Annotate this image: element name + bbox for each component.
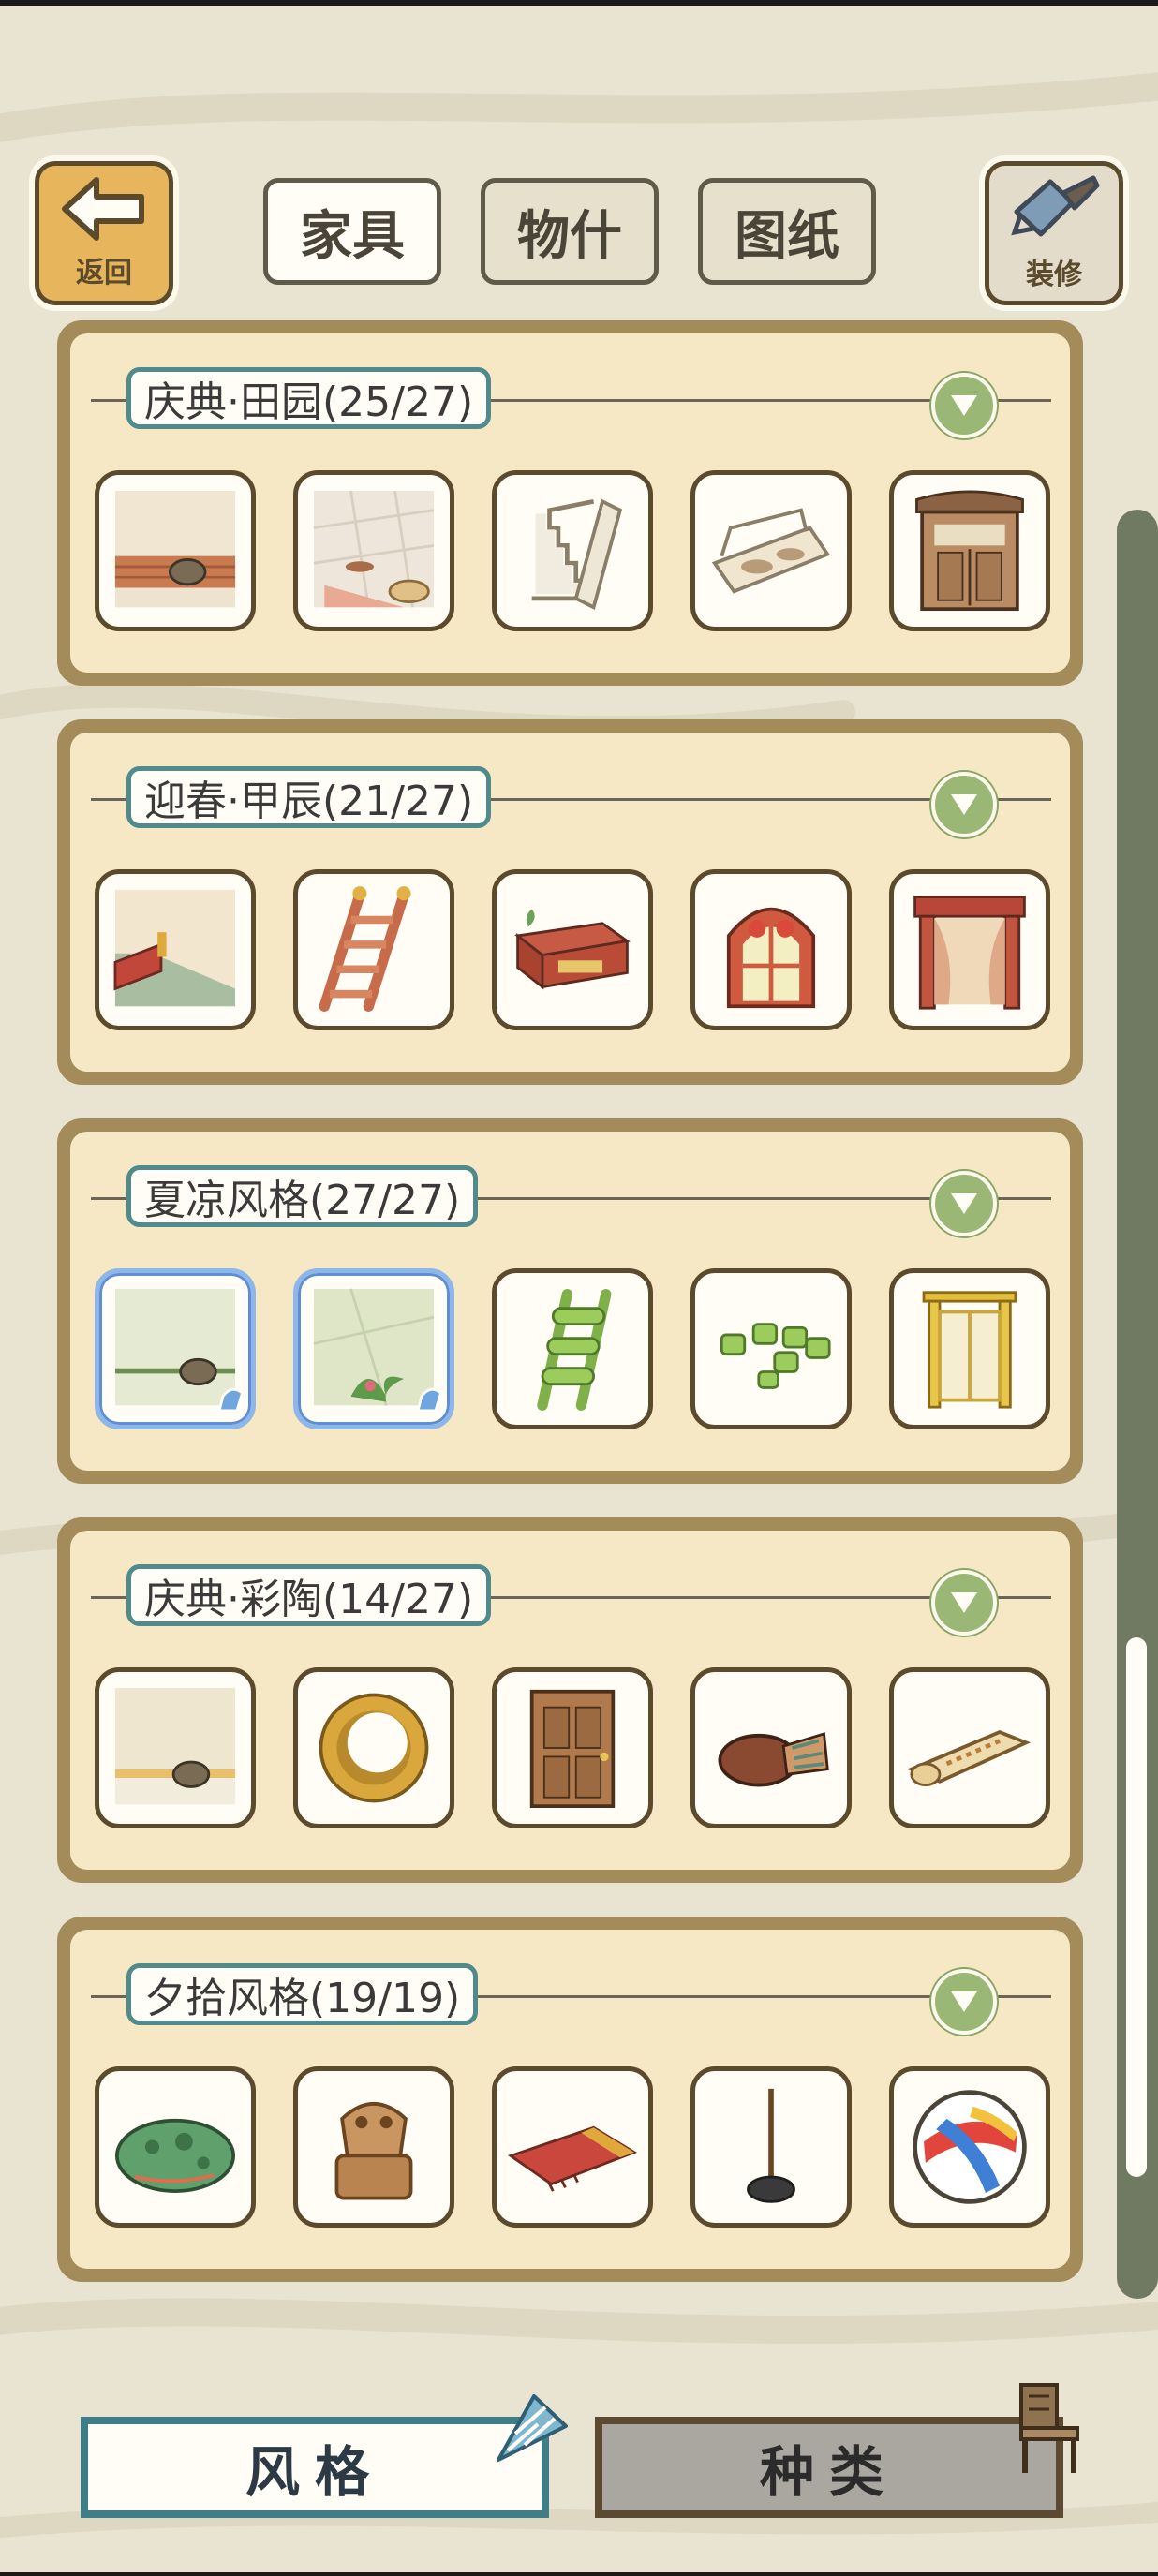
green-floor-wall-set-icon <box>113 889 236 1007</box>
back-arrow-icon <box>62 177 144 241</box>
woven-bench-icon <box>711 508 831 594</box>
style-filter-button[interactable]: 风格 <box>81 2417 549 2518</box>
collapse-toggle[interactable] <box>931 1570 997 1636</box>
triangle-down-icon <box>951 794 977 815</box>
collapse-toggle[interactable] <box>931 772 997 837</box>
furniture-item[interactable] <box>293 470 454 631</box>
rolled-rug-icon <box>907 1730 1032 1786</box>
category-filter-label: 种类 <box>759 2440 898 2504</box>
section-title: 迎春·甲辰(21/27) <box>126 766 492 828</box>
red-ladder-icon <box>319 886 411 1012</box>
chair-icon <box>1019 2383 1079 2473</box>
bamboo-wall-set-icon <box>114 1288 245 1413</box>
decorate-label: 装修 <box>1026 259 1082 291</box>
furniture-item[interactable] <box>95 1667 256 1828</box>
furniture-item[interactable] <box>492 2066 653 2228</box>
tab-objects[interactable]: 物什 <box>481 178 659 285</box>
furniture-item[interactable] <box>95 869 256 1030</box>
furniture-item[interactable] <box>293 869 454 1030</box>
style-section: 庆典·田园(25/27) <box>57 320 1083 686</box>
beige-wall-floor-set-icon <box>114 1687 236 1805</box>
style-section: 夏凉风格(27/27) <box>57 1118 1083 1484</box>
round-mirror-icon <box>319 1693 429 1803</box>
striped-ball-icon <box>913 2090 1027 2204</box>
arched-window-icon <box>726 907 816 1009</box>
furniture-item[interactable] <box>492 470 653 631</box>
scrollbar-thumb[interactable] <box>1126 1637 1147 2177</box>
section-title: 庆典·彩陶(14/27) <box>126 1564 492 1626</box>
tile-floor-set-icon <box>313 490 435 608</box>
furniture-item[interactable] <box>690 1667 852 1828</box>
section-title: 夏凉风格(27/27) <box>126 1165 479 1227</box>
category-filter-button[interactable]: 种类 <box>595 2417 1063 2518</box>
bamboo-door-icon <box>922 1291 1017 1409</box>
wallpaper-floor-set-icon <box>114 490 236 608</box>
red-rug-icon <box>507 2125 638 2192</box>
white-stairs-icon <box>531 498 623 610</box>
furniture-item[interactable] <box>293 2066 454 2228</box>
section-title: 夕拾风格(19/19) <box>126 1963 479 2025</box>
style-section: 迎春·甲辰(21/27) <box>57 719 1083 1085</box>
collapse-toggle[interactable] <box>931 1969 997 2035</box>
furniture-item[interactable] <box>889 1268 1050 1429</box>
top-edge <box>0 0 1158 6</box>
furniture-item-selected[interactable] <box>293 1268 454 1429</box>
seashell-icon <box>497 2394 568 2462</box>
leafy-floor-set-icon <box>313 1288 443 1413</box>
frog-rock-icon <box>114 2118 236 2193</box>
red-bench-icon <box>514 909 631 990</box>
wooden-cabinet-icon <box>915 490 1024 612</box>
triangle-down-icon <box>951 1991 977 2012</box>
wooden-door-icon <box>529 1689 616 1809</box>
frog-statue-icon <box>334 2101 413 2200</box>
furniture-item[interactable] <box>95 470 256 631</box>
collapse-toggle[interactable] <box>931 1171 997 1236</box>
triangle-down-icon <box>951 395 977 416</box>
back-label: 返回 <box>76 257 132 289</box>
collapse-toggle[interactable] <box>931 373 997 438</box>
furniture-item[interactable] <box>492 1268 653 1429</box>
bottom-edge <box>0 2572 1158 2576</box>
furniture-item[interactable] <box>690 1268 852 1429</box>
triangle-down-icon <box>951 1592 977 1613</box>
furniture-item[interactable] <box>95 2066 256 2228</box>
furniture-item[interactable] <box>690 869 852 1030</box>
decorate-button[interactable]: 装修 <box>985 161 1123 305</box>
pottery-vase-icon <box>718 1732 829 1787</box>
tab-blueprints[interactable]: 图纸 <box>698 178 876 285</box>
furniture-item[interactable] <box>690 470 852 631</box>
triangle-down-icon <box>951 1193 977 1214</box>
furniture-item-selected[interactable] <box>95 1268 256 1429</box>
paintbrush-icon <box>1011 175 1100 237</box>
furniture-item[interactable] <box>889 1667 1050 1828</box>
bamboo-stools-icon <box>720 1323 831 1389</box>
bamboo-ladder-icon <box>537 1288 612 1411</box>
back-button[interactable]: 返回 <box>35 161 173 305</box>
furniture-item[interactable] <box>889 2066 1050 2228</box>
furniture-item[interactable] <box>690 2066 852 2228</box>
furniture-item[interactable] <box>492 1667 653 1828</box>
section-title: 庆典·田园(25/27) <box>126 367 492 429</box>
style-filter-label: 风格 <box>245 2440 384 2504</box>
style-section: 庆典·彩陶(14/27) <box>57 1517 1083 1883</box>
furniture-item[interactable] <box>293 1667 454 1828</box>
style-section: 夕拾风格(19/19) <box>57 1917 1083 2282</box>
red-doorway-icon <box>913 896 1026 1010</box>
standing-lamp-icon <box>747 2088 795 2203</box>
furniture-item[interactable] <box>889 470 1050 631</box>
tab-furniture[interactable]: 家具 <box>263 178 441 285</box>
furniture-item[interactable] <box>889 869 1050 1030</box>
furniture-item[interactable] <box>492 869 653 1030</box>
